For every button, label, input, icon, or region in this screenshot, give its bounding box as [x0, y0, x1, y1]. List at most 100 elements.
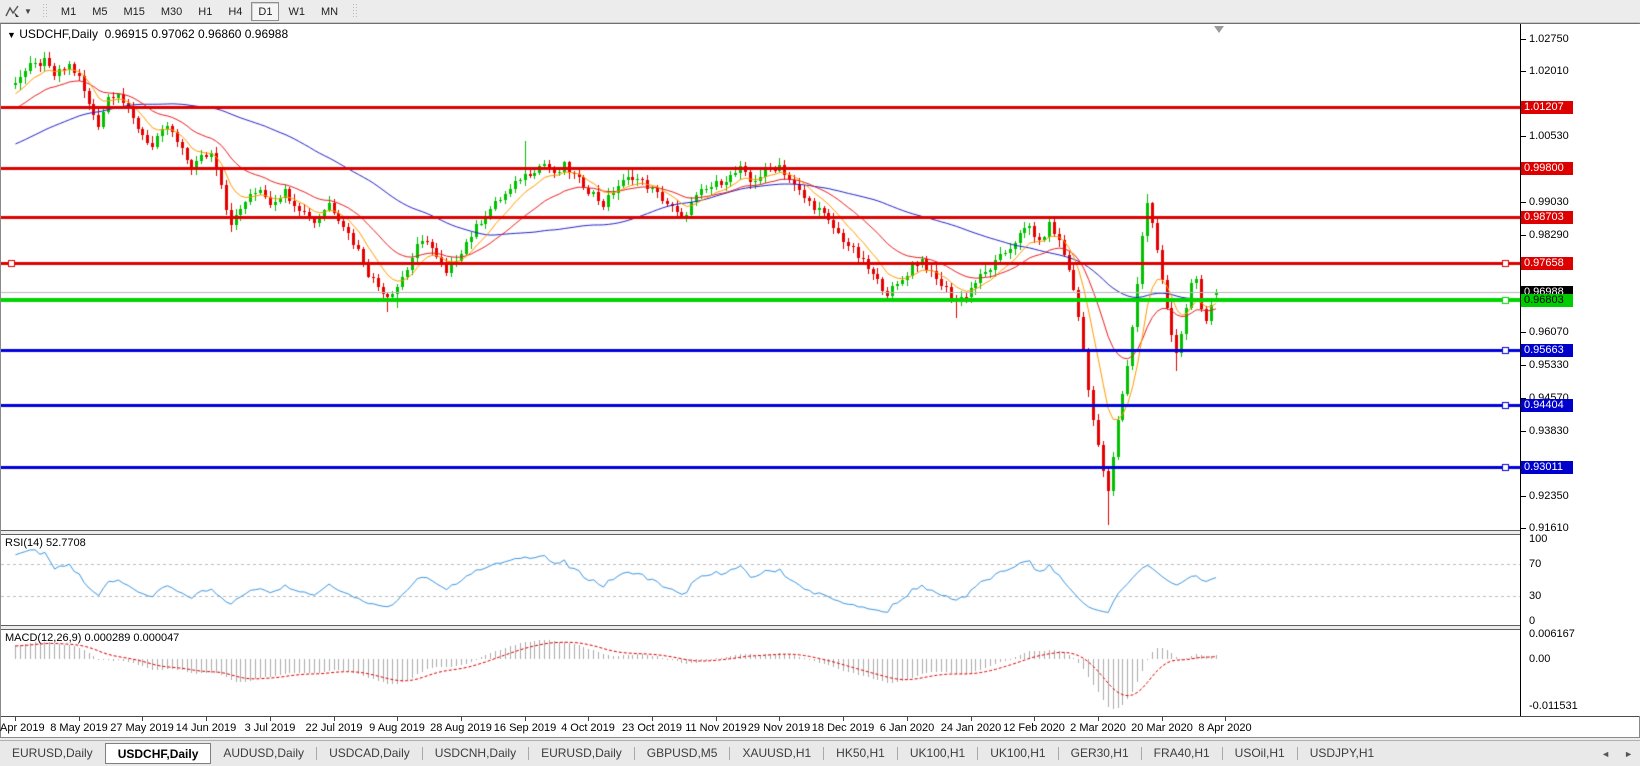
- line-price-label: 0.99800: [1521, 162, 1573, 175]
- price-tick-label: 0.99030: [1529, 196, 1569, 208]
- date-axis[interactable]: 19 Apr 2019 8 May 201927 May 201914 Jun 2…: [0, 716, 1639, 737]
- chart-window: ▼ USDCHF,Daily 0.96915 0.97062 0.96860 0…: [0, 23, 1640, 738]
- timeframe-button-m1[interactable]: M1: [54, 2, 83, 21]
- chart-cursor-icon[interactable]: [3, 2, 23, 20]
- line-price-label: 0.97658: [1521, 257, 1573, 270]
- rsi-label: RSI(14) 52.7708: [5, 537, 86, 549]
- toolbar-grip: [41, 3, 47, 19]
- date-tick: [334, 717, 335, 721]
- chart-tab-eurusd-daily[interactable]: EURUSD,Daily: [529, 743, 634, 764]
- price-tick-label: 0.96070: [1529, 326, 1569, 338]
- date-label: 11 Nov 2019: [685, 722, 747, 734]
- price-tick: [1521, 332, 1526, 333]
- timeframe-button-h1[interactable]: H1: [191, 2, 219, 21]
- date-label: 20 Mar 2020: [1131, 722, 1193, 734]
- price-tick: [1521, 71, 1526, 72]
- chart-shift-marker: [1214, 26, 1224, 33]
- date-label: 28 Aug 2019: [430, 722, 492, 734]
- line-price-label: 0.95663: [1521, 344, 1573, 357]
- timeframe-button-w1[interactable]: W1: [281, 2, 312, 21]
- tab-scroll-left-icon[interactable]: ◄: [1594, 749, 1617, 759]
- chart-tab-hk50-h1[interactable]: HK50,H1: [824, 743, 897, 764]
- price-tick: [1521, 39, 1526, 40]
- chart-tab-fra40-h1[interactable]: FRA40,H1: [1142, 743, 1222, 764]
- date-label: 4 Oct 2019: [561, 722, 615, 734]
- chart-tab-ger30-h1[interactable]: GER30,H1: [1059, 743, 1141, 764]
- macd-axis-label: 0.006167: [1529, 628, 1575, 640]
- chart-tab-uk100-h1[interactable]: UK100,H1: [978, 743, 1057, 764]
- price-pane: ▼ USDCHF,Daily 0.96915 0.97062 0.96860 0…: [1, 24, 1520, 530]
- chart-tab-xauusd-h1[interactable]: XAUUSD,H1: [730, 743, 823, 764]
- date-label: 9 Aug 2019: [369, 722, 425, 734]
- date-label: 19 Apr 2019: [0, 722, 45, 734]
- price-tick: [1521, 365, 1526, 366]
- dropdown-caret-icon[interactable]: ▼: [23, 7, 36, 16]
- chart-tab-bar: EURUSD,Daily USDCHF,Daily AUDUSD,Daily USDC…: [0, 740, 1640, 766]
- price-tick-label: 1.00530: [1529, 130, 1569, 142]
- macd-pane: MACD(12,26,9) 0.000289 0.000047: [1, 630, 1520, 716]
- date-label: 27 May 2019: [110, 722, 174, 734]
- price-tick: [1521, 528, 1526, 529]
- date-tick: [461, 717, 462, 721]
- timeframe-button-m15[interactable]: M15: [116, 2, 151, 21]
- chart-ohlc-values: 0.96915 0.97062 0.96860 0.96988: [104, 27, 289, 41]
- date-tick: [588, 717, 589, 721]
- date-tick: [843, 717, 844, 721]
- chart-tab-audusd-daily[interactable]: AUDUSD,Daily: [211, 743, 316, 764]
- date-tick: [971, 717, 972, 721]
- date-tick: [79, 717, 80, 721]
- price-tick: [1521, 136, 1526, 137]
- line-price-label: 0.94404: [1521, 399, 1573, 412]
- tab-scroll-right-icon[interactable]: ►: [1617, 749, 1640, 759]
- chart-tab-usoil-h1[interactable]: USOil,H1: [1223, 743, 1297, 764]
- date-tick: [716, 717, 717, 721]
- line-price-label: 0.93011: [1521, 461, 1573, 474]
- timeframe-button-d1[interactable]: D1: [251, 1, 280, 21]
- chart-tab-usdchf-daily[interactable]: USDCHF,Daily: [104, 743, 212, 764]
- timeframe-button-m5[interactable]: M5: [85, 2, 114, 21]
- timeframe-button-h4[interactable]: H4: [221, 2, 249, 21]
- chart-tab-usdcad-daily[interactable]: USDCAD,Daily: [317, 743, 422, 764]
- date-tick: [525, 717, 526, 721]
- macd-values: 0.000289 0.000047: [84, 632, 180, 644]
- date-tick: [652, 717, 653, 721]
- date-label: 2 Mar 2020: [1070, 722, 1126, 734]
- price-tick-label: 1.02010: [1529, 65, 1569, 77]
- price-tick: [1521, 202, 1526, 203]
- chart-tab-usdcnh-daily[interactable]: USDCNH,Daily: [423, 743, 528, 764]
- date-label: 3 Jul 2019: [244, 722, 296, 734]
- rsi-chart-canvas[interactable]: [1, 535, 1520, 625]
- price-tick-label: 1.02750: [1529, 33, 1569, 45]
- macd-chart-canvas[interactable]: [1, 630, 1520, 716]
- rsi-axis-label: 30: [1529, 590, 1542, 602]
- rsi-axis-label: 100: [1529, 533, 1548, 545]
- date-tick: [15, 717, 16, 721]
- chart-tab-usdjpy-h1[interactable]: USDJPY,H1: [1298, 743, 1386, 764]
- date-label: 8 Apr 2020: [1198, 722, 1252, 734]
- rsi-value: 52.7708: [45, 537, 86, 549]
- date-label: 8 May 2019: [50, 722, 108, 734]
- date-tick: [142, 717, 143, 721]
- line-price-label: 1.01207: [1521, 101, 1573, 114]
- price-tick-label: 0.92350: [1529, 490, 1569, 502]
- collapse-caret-icon[interactable]: ▼: [7, 30, 16, 40]
- chart-tab-uk100-h1[interactable]: UK100,H1: [898, 743, 977, 764]
- price-axis[interactable]: 1.027501.020101.005300.990300.982900.975…: [1520, 24, 1640, 716]
- rsi-pane: RSI(14) 52.7708: [1, 535, 1520, 625]
- timeframe-group: M1 M5 M15 M30 H1 H4 D1 W1 MN: [53, 1, 346, 21]
- timeframe-button-m30[interactable]: M30: [154, 2, 189, 21]
- date-tick: [1034, 717, 1035, 721]
- mt4-window: ▼ M1 M5 M15 M30 H1 H4 D1 W1 MN ▼ USDCHF,Daily 0.…: [0, 0, 1640, 766]
- date-label: 16 Sep 2019: [493, 722, 557, 734]
- price-chart-canvas[interactable]: [1, 24, 1520, 530]
- date-tick: [206, 717, 207, 721]
- date-tick: [779, 717, 780, 721]
- chart-tab-gbpusd-m5[interactable]: GBPUSD,M5: [635, 743, 730, 764]
- date-label: 14 Jun 2019: [175, 722, 237, 734]
- date-tick: [397, 717, 398, 721]
- date-label: 24 Jan 2020: [940, 722, 1002, 734]
- chart-tab-eurusd-daily[interactable]: EURUSD,Daily: [0, 743, 105, 764]
- line-price-label: 0.98703: [1521, 211, 1573, 224]
- timeframe-button-mn[interactable]: MN: [314, 2, 345, 21]
- date-tick: [907, 717, 908, 721]
